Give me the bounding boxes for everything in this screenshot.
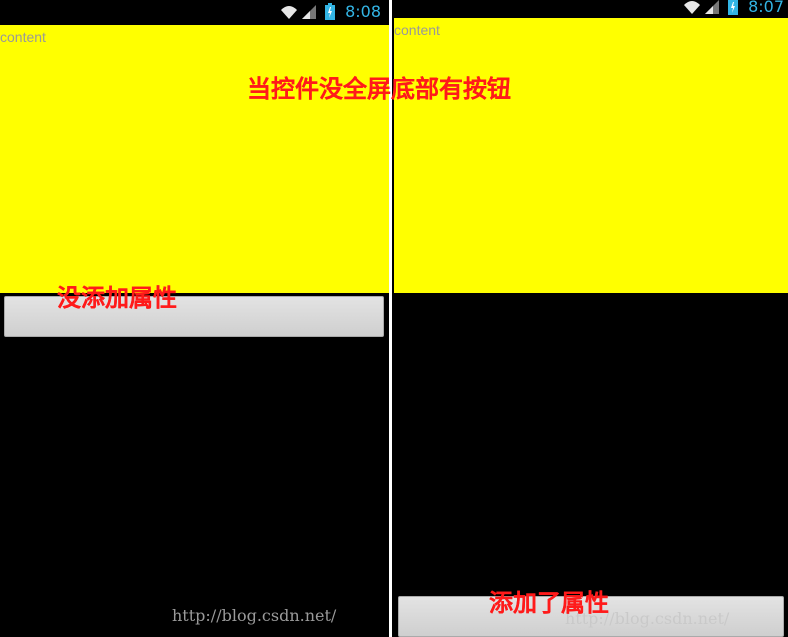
status-bar: 8:07 [394, 0, 788, 18]
content-label: content [0, 29, 46, 45]
content-label: content [394, 22, 440, 38]
battery-icon [325, 3, 336, 20]
content-view: content [394, 18, 788, 293]
left-annotation: 没添加属性 [57, 284, 177, 312]
status-icons: 8:07 [683, 0, 784, 16]
signal-icon [302, 5, 317, 19]
title-annotation: 当控件没全屏底部有按钮 [247, 75, 511, 103]
wifi-icon [281, 6, 298, 19]
status-icons: 8:08 [280, 3, 381, 21]
content-view: content [0, 25, 389, 293]
right-annotation: 添加了属性 [489, 589, 609, 617]
wifi-icon [684, 1, 701, 14]
status-time: 8:08 [345, 2, 381, 21]
status-bar: 8:08 [0, 0, 389, 25]
left-watermark: http://blog.csdn.net/ [172, 606, 337, 625]
signal-icon [705, 0, 720, 14]
battery-icon [728, 0, 739, 15]
status-time: 8:07 [748, 0, 784, 16]
